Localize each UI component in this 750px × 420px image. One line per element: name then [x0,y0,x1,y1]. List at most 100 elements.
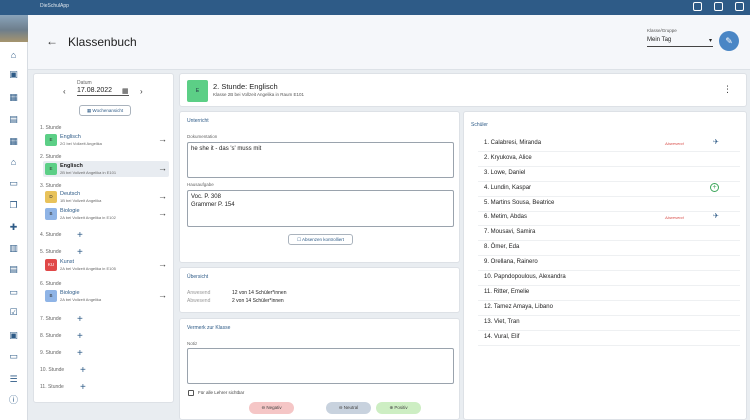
absence-reason-icon[interactable]: ✈ [713,212,719,220]
student-row[interactable]: 8. Ömer, Eda [484,244,744,250]
negative-label: Negativ [266,405,282,410]
lesson-list-card: Datum ‹ 17.08.2022 ▦ › ▦ Wochenansicht 1… [33,73,174,403]
student-row[interactable]: 4. Lundin, Kaspar [484,185,744,191]
add-lesson-icon[interactable]: + [77,231,83,241]
student-row[interactable]: 10. Papndopoulous, Alexandra [484,274,744,280]
student-row[interactable]: 14. Vural, Elif [484,334,744,340]
present-key: Anwesend [187,290,211,296]
pages-icon[interactable]: ❐ [8,200,19,210]
neutral-button[interactable]: ⊖ Neutral [326,402,371,414]
student-row[interactable]: 12. Tamez Amaya, Libano [484,304,744,310]
school-icon[interactable]: ⌂ [8,50,19,60]
student-row[interactable]: 11. Ritter, Emelie [484,289,744,295]
student-row[interactable]: 3. Lowe, Daniel [484,170,744,176]
document-icon[interactable]: ▤ [8,264,19,274]
student-row[interactable]: 7. Mousavi, Samira [484,229,744,235]
student-row[interactable]: 5. Martins Sousa, Beatrice [484,200,744,206]
student-row[interactable]: 13. Viet, Tran [484,319,744,325]
home-icon[interactable]: ⌂ [8,157,19,167]
library-icon[interactable]: ▥ [8,243,19,253]
section-title: Schüler [471,122,488,128]
back-arrow-icon[interactable]: ← [46,34,58,48]
absent-status: Abwesend [665,215,684,220]
student-row[interactable]: 9. Orellana, Rainero [484,259,744,265]
divider [478,151,740,152]
lesson-biologie-2a-second[interactable]: B Biologie 2A bei Vollzeit Angelika → [43,288,169,304]
visible-all-teachers-checkbox[interactable]: Für alle Lehrer sichtbar [188,390,244,396]
lesson-englisch-2b[interactable]: E Englisch 2B bei Vollzeit Angelika in E… [43,161,169,177]
calendar-icon[interactable]: ▦ [8,92,19,102]
calendar-icon[interactable]: ▦ [122,87,129,95]
message-icon[interactable]: ▭ [8,178,19,188]
add-lesson-icon[interactable]: + [77,349,83,359]
absences-checked-button[interactable]: ☐ Absenzen kontrolliert [288,234,353,245]
devices-icon[interactable]: ▭ [8,287,19,297]
slot-label: 1. Stunde [40,125,62,131]
lesson-name: Biologie [60,290,80,296]
add-lesson-icon[interactable]: + [77,248,83,258]
note-field[interactable] [187,348,454,384]
grid-icon[interactable]: ▦ [8,136,19,146]
note-label: Notiz [187,341,198,346]
school-image [0,15,28,42]
documentation-field[interactable]: he she it - das 's' muss mit [187,142,454,178]
lesson-biologie-2a[interactable]: B Biologie 2A bei Vollzeit Angelika in E… [43,206,169,222]
info-icon[interactable]: ⓘ [8,395,19,405]
add-lesson-icon[interactable]: + [77,332,83,342]
subject-badge: E [45,163,57,175]
more-options-icon[interactable]: ⋮ [723,84,732,95]
absence-reason-icon[interactable]: ✈ [713,138,719,146]
slot-11: 11. Stunde + [40,383,170,393]
homework-field[interactable]: Voc. P. 308 Grammer P. 154 [187,190,454,227]
slot-4: 4. Stunde + [40,231,170,241]
clipboard-icon[interactable]: ▣ [8,330,19,340]
next-day-icon[interactable]: › [140,87,143,96]
chat-icon[interactable] [693,2,702,11]
student-row[interactable]: 6. Metim, Abdas [484,214,744,220]
book-icon[interactable] [714,2,723,11]
negative-button[interactable]: ⊖ Negativ [249,402,294,414]
arrow-right-icon[interactable]: → [158,290,167,300]
help-icon[interactable] [735,2,744,11]
add-lesson-icon[interactable]: + [80,366,86,376]
slot-label: 6. Stunde [40,281,62,287]
slot-9: 9. Stunde + [40,349,170,359]
sidebar: ⌂ ▣ ▦ ▤ ▦ ⌂ ▭ ❐ ✚ ▥ ▤ ▭ ☑ ▣ ▭ ☰ ⓘ [0,42,28,420]
lesson-kunst-2a[interactable]: KU Kunst 2A bei Vollzeit Angelika in E10… [43,257,169,273]
checklist-icon[interactable]: ☰ [8,374,19,384]
arrow-right-icon[interactable]: → [158,191,167,201]
lesson-deutsch-1b[interactable]: D Deutsch 1B bei Vollzeit Angelika → [43,189,169,205]
edit-icon: ✎ [725,36,733,46]
student-row[interactable]: 1. Calabresi, Miranda [484,140,744,146]
edit-fab-button[interactable]: ✎ [719,31,739,51]
arrow-right-icon[interactable]: → [158,259,167,269]
bandage-icon[interactable]: ✚ [8,222,19,232]
unterricht-card: Unterricht Dokumentation he she it - das… [179,111,460,263]
documentation-label: Dokumentation [187,134,218,139]
book-icon[interactable]: ▤ [8,114,19,124]
arrow-right-icon[interactable]: → [158,134,167,144]
absent-status: Abwesend [665,141,684,146]
divider [478,181,740,182]
add-lesson-icon[interactable]: + [77,315,83,325]
check-icon[interactable]: ☑ [8,307,19,317]
lesson-sub: 2G bei Vollzeit Angelika [60,141,102,146]
divider [478,240,740,241]
app-logo[interactable]: DieSchulApp [40,3,69,9]
class-group-select[interactable]: Mein Tag ▾ [647,35,713,47]
positive-button[interactable]: ⊕ Positiv [376,402,421,414]
add-lesson-icon[interactable]: + [80,383,86,393]
feedback-icon[interactable]: ▭ [8,351,19,361]
arrow-right-icon[interactable]: → [158,163,167,173]
subject-badge: B [45,290,57,302]
inbox-icon[interactable]: ▣ [8,69,19,79]
add-circle-icon[interactable]: + [710,183,719,192]
slot-label: 9. Stunde [40,350,62,356]
student-row[interactable]: 2. Kryukova, Alice [484,155,744,161]
arrow-right-icon[interactable]: → [158,208,167,218]
prev-day-icon[interactable]: ‹ [63,87,66,96]
date-label: Datum [77,80,92,86]
divider [478,166,740,167]
week-view-button[interactable]: ▦ Wochenansicht [79,105,131,116]
lesson-englisch-2g[interactable]: E Englisch 2G bei Vollzeit Angelika → [43,132,169,148]
